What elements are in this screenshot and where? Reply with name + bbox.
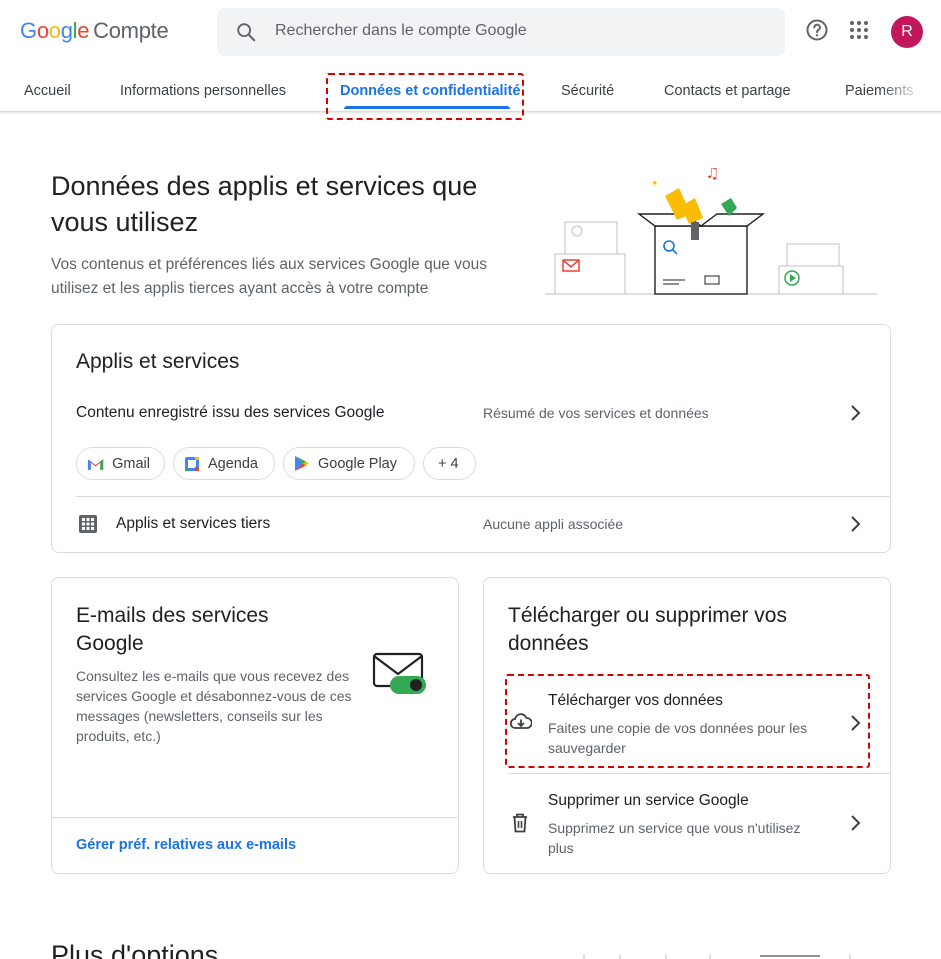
download-delete-title: Télécharger ou supprimer vos données: [508, 604, 787, 655]
data-box-illustration: ♫ ✦: [545, 168, 877, 295]
chip-gmail-label: Gmail: [112, 455, 150, 472]
chip-gmail[interactable]: Gmail: [76, 447, 165, 480]
tab-accueil[interactable]: Accueil: [24, 83, 71, 99]
saved-content-label[interactable]: Contenu enregistré issu des services Goo…: [76, 404, 384, 422]
tab-securite[interactable]: Sécurité: [561, 83, 614, 99]
third-party-apps-icon: [79, 515, 97, 533]
avatar[interactable]: R: [891, 16, 923, 48]
more-options-title: Plus d'options: [51, 940, 219, 959]
search-icon[interactable]: [235, 21, 257, 43]
chip-more-services[interactable]: + 4: [423, 447, 476, 480]
chip-google-play[interactable]: Google Play: [283, 447, 415, 480]
google-play-icon: [295, 456, 309, 471]
highlight-box-download: [505, 674, 870, 768]
delete-service-title[interactable]: Supprimer un service Google: [548, 792, 749, 810]
search-placeholder[interactable]: Rechercher dans le compte Google: [275, 22, 527, 40]
chevron-right-icon[interactable]: [845, 813, 865, 833]
third-party-label[interactable]: Applis et services tiers: [116, 515, 270, 533]
third-party-summary: Aucune appli associée: [483, 516, 624, 532]
tab-informations-personnelles[interactable]: Informations personnelles: [120, 83, 286, 99]
download-card-divider: [508, 773, 890, 774]
emails-card-divider: [52, 817, 458, 818]
tab-contacts-partage[interactable]: Contacts et partage: [664, 83, 791, 99]
chip-google-play-label: Google Play: [318, 455, 397, 472]
more-options-illustration: [583, 954, 851, 959]
svg-text:♫: ♫: [705, 168, 719, 182]
google-account-logo[interactable]: Google Compte: [20, 18, 169, 44]
manage-email-prefs-link[interactable]: Gérer préf. relatives aux e-mails: [76, 837, 296, 853]
trash-icon: [513, 813, 527, 833]
chip-agenda-label: Agenda: [208, 455, 258, 472]
emails-card-description: Consultez les e-mails que vous recevez d…: [76, 668, 352, 744]
chip-agenda[interactable]: Agenda: [173, 447, 275, 480]
calendar-icon: [185, 456, 199, 471]
chevron-right-icon[interactable]: [845, 514, 865, 534]
highlight-box-tab: [326, 73, 524, 120]
gmail-icon: [87, 458, 104, 470]
google-logo-word: Google: [20, 18, 90, 43]
emails-card-title: E-mails des services Google: [76, 604, 269, 655]
page-title: Données des applis et services que vous …: [51, 171, 478, 237]
page-description: Vos contenus et préférences liés aux ser…: [51, 256, 487, 297]
apps-card-divider: [76, 496, 890, 497]
logo-product-name: Compte: [93, 18, 169, 43]
apps-grid-icon[interactable]: [847, 18, 871, 42]
email-toggle-icon: [372, 652, 426, 694]
apps-services-title: Applis et services: [76, 350, 240, 373]
delete-service-description: Supprimez un service que vous n'utilisez…: [548, 820, 801, 856]
tabs-scroll-fade: [880, 70, 941, 110]
chip-more-label: + 4: [438, 455, 459, 472]
chevron-right-icon[interactable]: [845, 403, 865, 423]
help-icon[interactable]: [805, 18, 829, 42]
svg-text:✦: ✦: [651, 179, 659, 189]
search-bar[interactable]: Rechercher dans le compte Google: [217, 8, 785, 56]
saved-content-summary: Résumé de vos services et données: [483, 405, 709, 421]
